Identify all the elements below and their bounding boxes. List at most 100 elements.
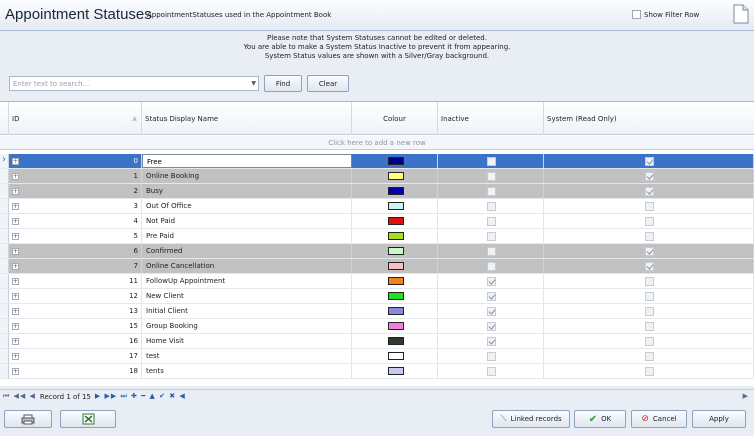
row-indicator[interactable] — [0, 259, 9, 273]
colour-swatch[interactable] — [388, 292, 404, 300]
row-indicator[interactable] — [0, 229, 9, 243]
inactive-checkbox[interactable] — [486, 157, 496, 166]
colour-cell[interactable] — [352, 184, 438, 198]
id-cell[interactable]: +13 — [9, 304, 142, 318]
colour-cell[interactable] — [352, 214, 438, 228]
linked-records-button[interactable]: ⟍ Linked records — [492, 410, 570, 428]
status-name-cell[interactable]: Online Cancellation — [142, 259, 352, 273]
colour-swatch[interactable] — [388, 322, 404, 330]
expand-icon[interactable]: + — [12, 368, 19, 375]
scroll-right-icon[interactable]: ▶ — [743, 392, 748, 400]
expand-icon[interactable]: + — [12, 353, 19, 360]
print-button[interactable] — [4, 410, 52, 428]
table-row[interactable]: +0Free — [0, 153, 754, 169]
inactive-checkbox[interactable] — [486, 217, 496, 226]
colour-cell[interactable] — [352, 244, 438, 258]
id-cell[interactable]: +6 — [9, 244, 142, 258]
colour-swatch[interactable] — [388, 307, 404, 315]
colour-cell[interactable] — [352, 229, 438, 243]
table-row[interactable]: +4 Not Paid — [0, 214, 754, 229]
expand-icon[interactable]: + — [12, 293, 19, 300]
status-name-cell[interactable]: Not Paid — [142, 214, 352, 228]
colour-swatch[interactable] — [388, 277, 404, 285]
inactive-cell[interactable] — [438, 304, 544, 318]
inactive-cell[interactable] — [438, 199, 544, 213]
inactive-cell[interactable] — [438, 229, 544, 243]
inactive-checkbox[interactable] — [486, 202, 496, 211]
status-name-cell[interactable]: New Client — [142, 289, 352, 303]
table-row[interactable]: +6 Confirmed — [0, 244, 754, 259]
id-cell[interactable]: +4 — [9, 214, 142, 228]
status-name-cell[interactable]: Confirmed — [142, 244, 352, 258]
nav-first-prev-icons[interactable]: ⏮ ◀◀ ◀ — [0, 392, 36, 401]
colour-swatch[interactable] — [388, 232, 404, 240]
colour-swatch[interactable] — [388, 247, 404, 255]
id-cell[interactable]: +2 — [9, 184, 142, 198]
show-filter-row-checkbox[interactable]: Show Filter Row — [632, 10, 699, 19]
inactive-cell[interactable] — [438, 274, 544, 288]
table-row[interactable]: +18 tents — [0, 364, 754, 379]
table-row[interactable]: +11 FollowUp Appointment — [0, 274, 754, 289]
clear-button[interactable]: Clear — [307, 75, 349, 92]
expand-icon[interactable]: + — [12, 158, 19, 165]
inactive-cell[interactable] — [438, 289, 544, 303]
inactive-cell[interactable] — [438, 184, 544, 198]
status-name-cell[interactable]: Group Booking — [142, 319, 352, 333]
colour-swatch[interactable] — [388, 172, 404, 180]
find-button[interactable]: Find — [264, 75, 302, 92]
expand-icon[interactable]: + — [12, 278, 19, 285]
table-row[interactable]: +16 Home Visit — [0, 334, 754, 349]
inactive-checkbox[interactable] — [486, 232, 496, 241]
id-cell[interactable]: +7 — [9, 259, 142, 273]
colour-swatch[interactable] — [388, 202, 404, 210]
inactive-cell[interactable] — [438, 349, 544, 363]
table-row[interactable]: +7 Online Cancellation — [0, 259, 754, 274]
column-header-system[interactable]: System (Read Only) — [544, 102, 754, 135]
inactive-checkbox[interactable] — [486, 367, 496, 376]
colour-swatch[interactable] — [388, 187, 404, 195]
inactive-checkbox[interactable] — [486, 322, 496, 331]
id-cell[interactable]: +1 — [9, 169, 142, 183]
table-row[interactable]: +17 test — [0, 349, 754, 364]
inactive-cell[interactable] — [438, 364, 544, 378]
id-cell[interactable]: +0 — [9, 154, 142, 168]
row-indicator[interactable] — [0, 349, 9, 363]
inactive-cell[interactable] — [438, 319, 544, 333]
status-name-cell[interactable]: tents — [142, 364, 352, 378]
colour-cell[interactable] — [352, 169, 438, 183]
status-name-cell[interactable]: Initial Client — [142, 304, 352, 318]
search-box[interactable]: ▼ — [9, 76, 259, 91]
status-name-cell[interactable]: Busy — [142, 184, 352, 198]
inactive-checkbox[interactable] — [486, 172, 496, 181]
id-cell[interactable]: +12 — [9, 289, 142, 303]
expand-icon[interactable]: + — [12, 218, 19, 225]
table-row[interactable]: +12 New Client — [0, 289, 754, 304]
id-cell[interactable]: +3 — [9, 199, 142, 213]
nav-next-last-icons[interactable]: ▶ ▶▶ ⏭ ✚ ━ ▲ ✔ ✖ ◀ — [95, 392, 186, 401]
column-header-id[interactable]: ID ▲ — [9, 102, 142, 135]
status-name-cell[interactable]: Free — [142, 154, 352, 168]
row-indicator[interactable] — [0, 304, 9, 318]
expand-icon[interactable]: + — [12, 248, 19, 255]
export-excel-button[interactable] — [60, 410, 116, 428]
apply-button[interactable]: Apply — [692, 410, 746, 428]
ok-button[interactable]: ✔ OK — [574, 410, 626, 428]
colour-cell[interactable] — [352, 364, 438, 378]
inactive-checkbox[interactable] — [486, 247, 496, 256]
id-cell[interactable]: +16 — [9, 334, 142, 348]
search-input[interactable] — [10, 77, 246, 90]
colour-cell[interactable] — [352, 349, 438, 363]
colour-cell[interactable] — [352, 274, 438, 288]
row-indicator[interactable] — [0, 334, 9, 348]
expand-icon[interactable]: + — [12, 173, 19, 180]
colour-swatch[interactable] — [388, 262, 404, 270]
status-name-cell[interactable]: Pre Paid — [142, 229, 352, 243]
colour-swatch[interactable] — [388, 367, 404, 375]
expand-icon[interactable]: + — [12, 203, 19, 210]
table-row[interactable]: +15 Group Booking — [0, 319, 754, 334]
expand-icon[interactable]: + — [12, 188, 19, 195]
colour-cell[interactable] — [352, 289, 438, 303]
expand-icon[interactable]: + — [12, 263, 19, 270]
row-indicator[interactable] — [0, 153, 9, 168]
id-cell[interactable]: +18 — [9, 364, 142, 378]
